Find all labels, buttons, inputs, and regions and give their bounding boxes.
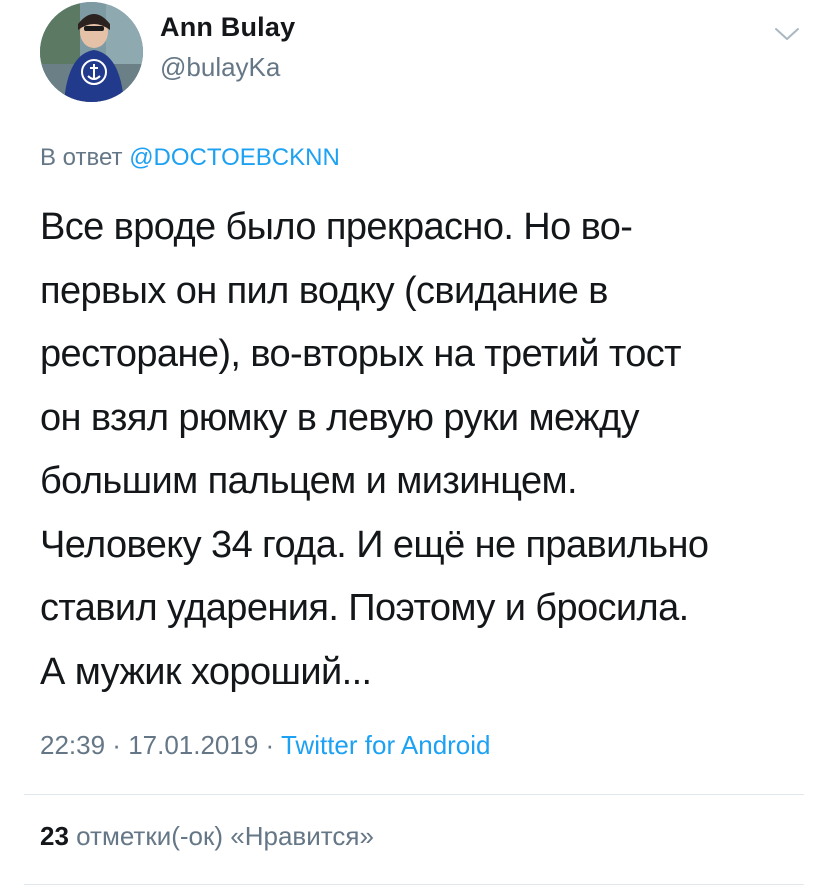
- author-handle[interactable]: @bulayKa: [160, 52, 280, 83]
- meta-separator: ·: [258, 730, 281, 760]
- reply-prefix: В ответ: [40, 144, 123, 171]
- tweet-text: Все вроде было прекрасно. Но во- первых …: [40, 206, 709, 693]
- tweet-time: 22:39: [40, 730, 106, 760]
- tweet-date: 17.01.2019: [128, 730, 259, 760]
- tweet-source-link[interactable]: Twitter for Android: [281, 730, 491, 760]
- likes-count: 23: [40, 821, 69, 851]
- reply-context: В ответ @DOCTOEBCKNN: [40, 144, 340, 172]
- divider: [24, 884, 804, 885]
- chevron-down-icon[interactable]: [774, 24, 800, 44]
- likes-stat[interactable]: 23 отметки(-ок) «Нравится»: [40, 821, 374, 852]
- meta-separator: ·: [105, 730, 129, 760]
- tweet-header: Ann Bulay @bulayKa: [40, 2, 800, 102]
- author-name[interactable]: Ann Bulay: [160, 12, 295, 43]
- tweet-meta: 22:39 · 17.01.2019 · Twitter for Android: [40, 730, 491, 761]
- avatar-photo: [40, 2, 143, 102]
- likes-label: отметки(-ок) «Нравится»: [76, 821, 374, 851]
- divider: [24, 794, 804, 795]
- avatar[interactable]: [40, 2, 143, 102]
- reply-mention-link[interactable]: @DOCTOEBCKNN: [129, 144, 340, 171]
